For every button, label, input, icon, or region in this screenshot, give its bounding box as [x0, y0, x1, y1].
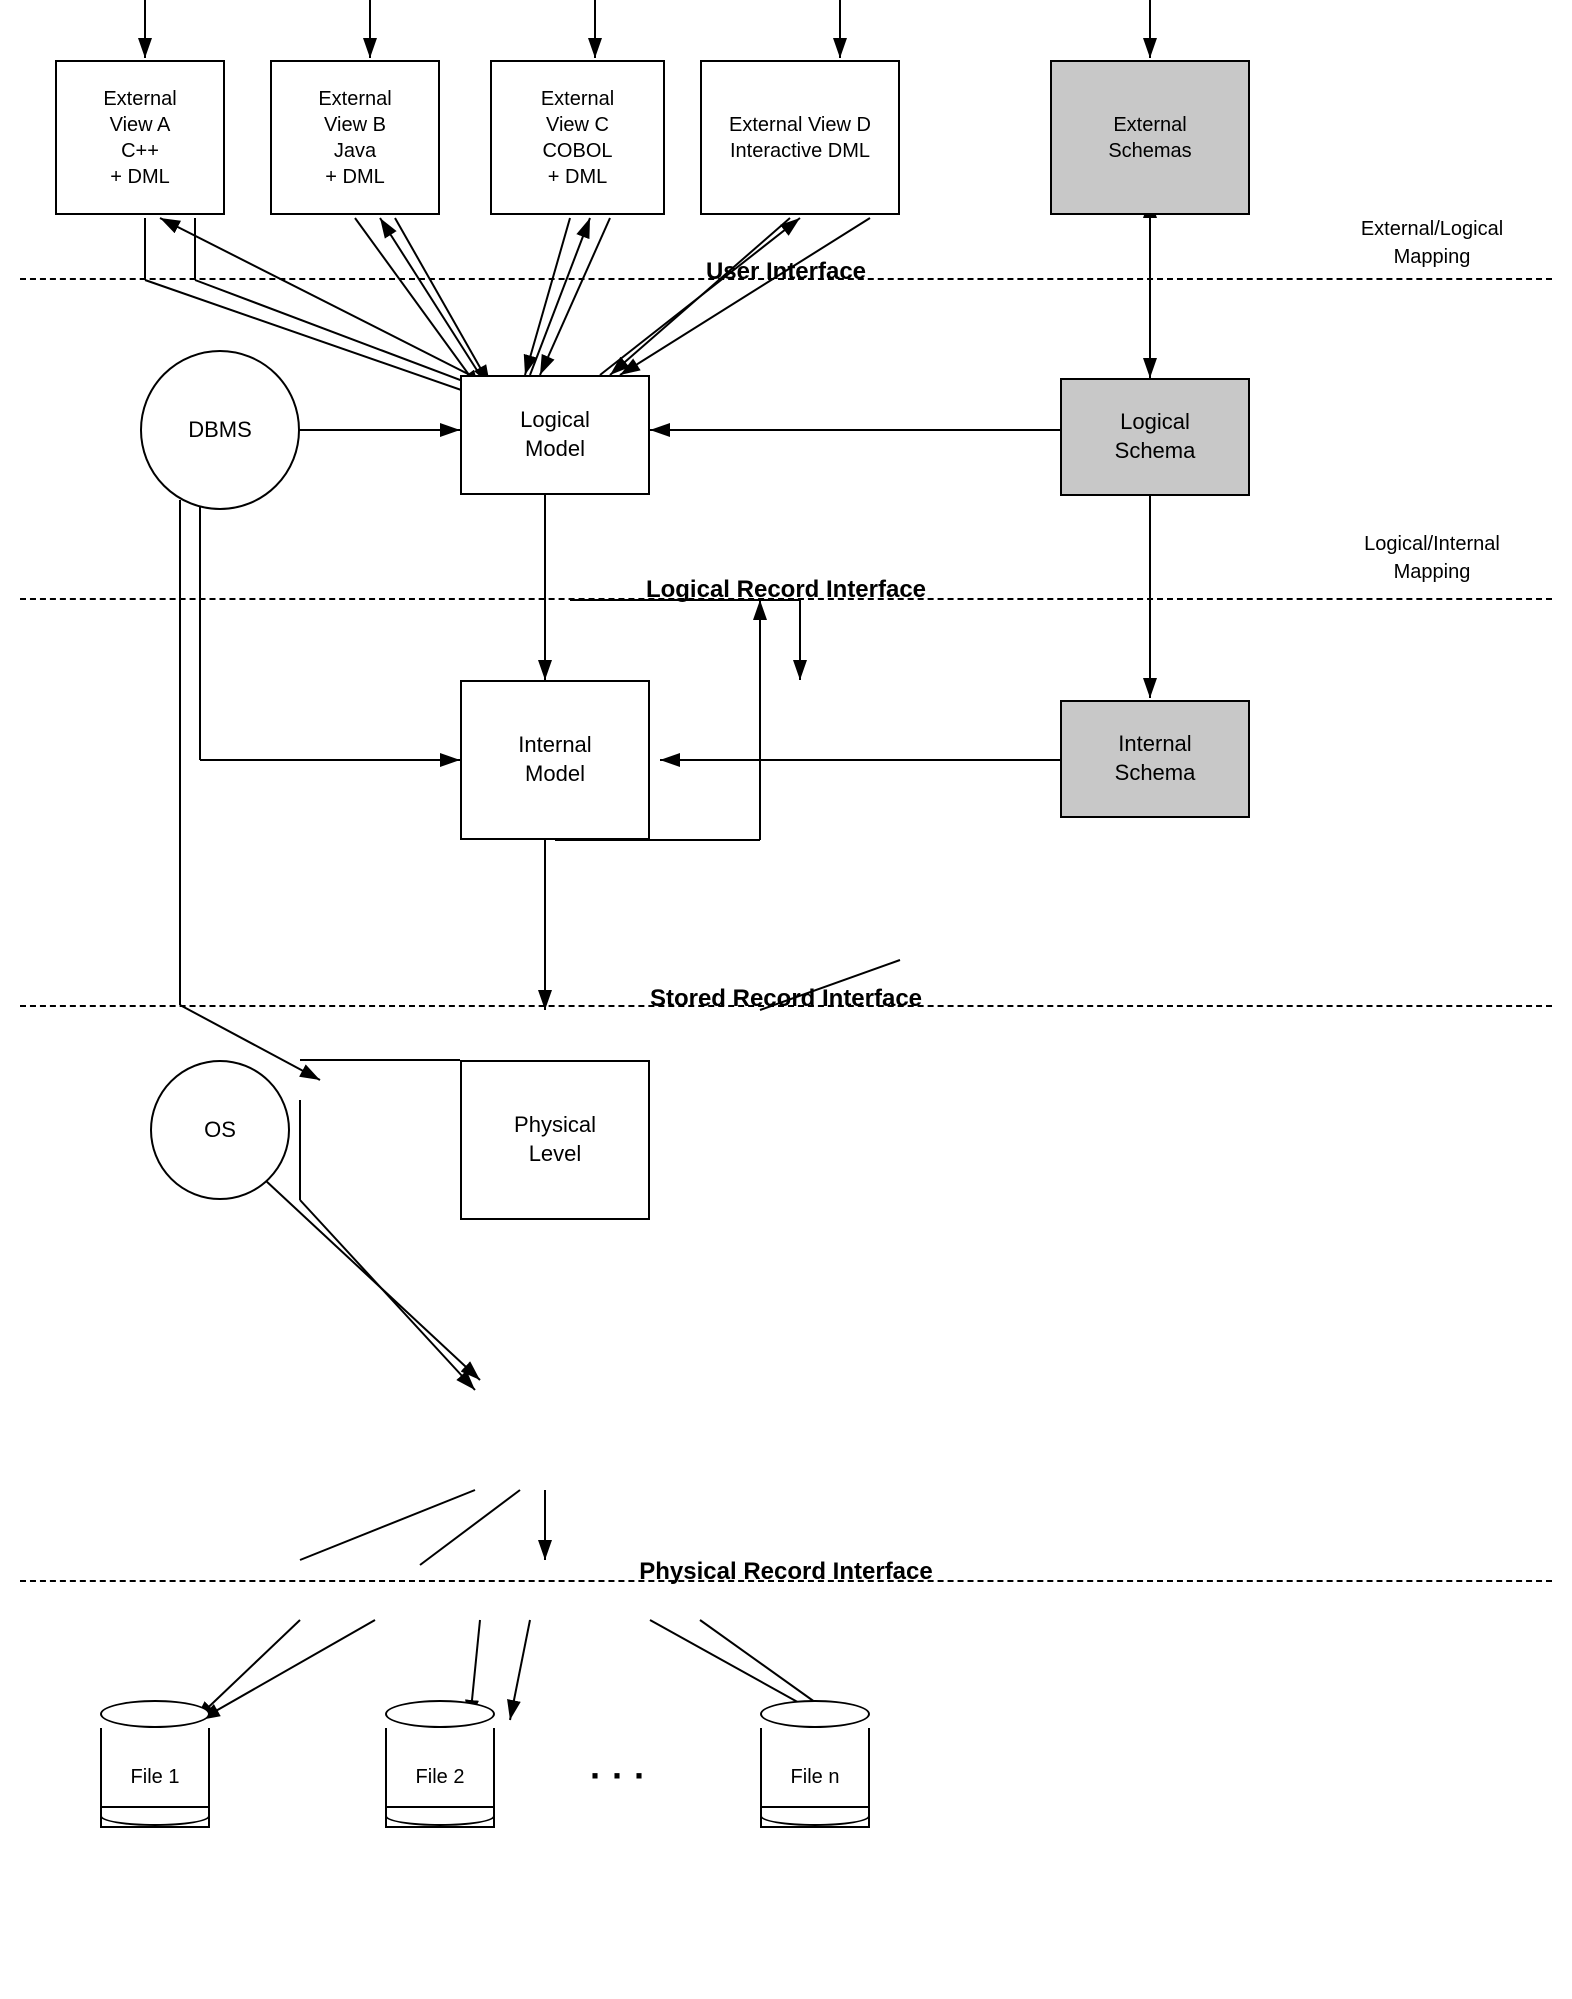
external-schemas-box: External Schemas — [1050, 60, 1250, 215]
dbms-circle: DBMS — [140, 350, 300, 510]
diagram-container: External View A C++ + DML External View … — [0, 0, 1572, 1999]
external-view-a-box: External View A C++ + DML — [55, 60, 225, 215]
filen-cylinder-top — [760, 1700, 870, 1728]
file1-cylinder: File 1 — [100, 1700, 210, 1828]
physical-record-interface-label: Physical Record Interface — [0, 1558, 1572, 1586]
stored-record-interface-label: Stored Record Interface — [0, 985, 1572, 1013]
logical-schema-box: Logical Schema — [1060, 378, 1250, 496]
external-view-c-box: External View C COBOL + DML — [490, 60, 665, 215]
file1-cylinder-top — [100, 1700, 210, 1728]
user-interface-label: User Interface — [0, 258, 1572, 286]
file2-cylinder: File 2 — [385, 1700, 495, 1828]
filen-cylinder-body: File n — [760, 1728, 870, 1828]
file1-cylinder-body: File 1 — [100, 1728, 210, 1828]
internal-schema-box: Internal Schema — [1060, 700, 1250, 818]
cylinder-dots: · · · — [590, 1755, 646, 1797]
file2-cylinder-body: File 2 — [385, 1728, 495, 1828]
external-view-d-box: External View D Interactive DML — [700, 60, 900, 215]
logical-record-interface-label: Logical Record Interface — [0, 576, 1572, 604]
logical-model-box: Logical Model — [460, 375, 650, 495]
external-logical-mapping-label: External/Logical Mapping — [1342, 215, 1522, 271]
os-circle: OS — [150, 1060, 290, 1200]
filen-cylinder: File n — [760, 1700, 870, 1828]
external-view-b-box: External View B Java + DML — [270, 60, 440, 215]
physical-level-box: Physical Level — [460, 1060, 650, 1220]
file2-cylinder-top — [385, 1700, 495, 1728]
internal-model-box: Internal Model — [460, 680, 650, 840]
